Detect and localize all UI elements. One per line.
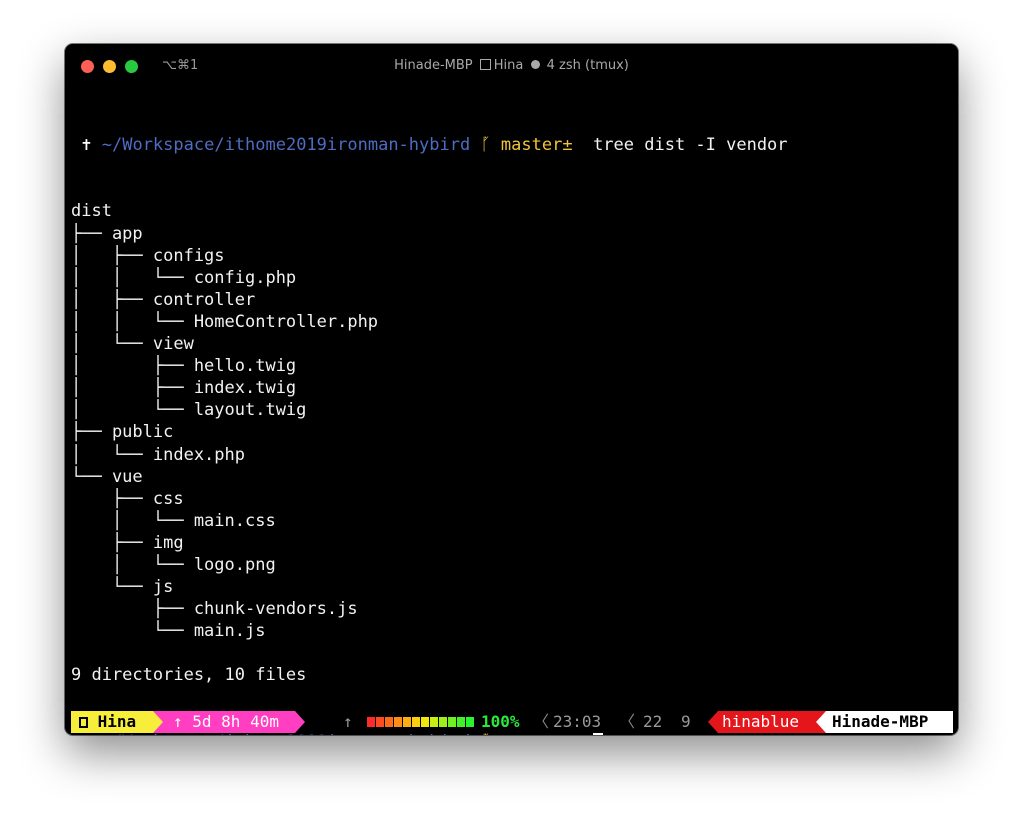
tree-line: ├── app (71, 223, 143, 244)
title-window: 4 zsh (tmux) (546, 58, 629, 73)
status-uptime: ↑ 5d 8h 40m (163, 711, 295, 733)
battery-cell (448, 717, 456, 727)
separator-chevron-icon: 〈 (619, 712, 636, 731)
tree-line: └── js (71, 577, 174, 598)
tree-line: │ └── index.php (71, 444, 245, 465)
battery-cell (466, 717, 474, 727)
battery-cell (430, 717, 438, 727)
battery-cell (412, 717, 420, 727)
battery-cell (394, 717, 402, 727)
tree-line: ├── img (71, 532, 184, 553)
command: tree dist -I vendor (593, 135, 788, 156)
battery-cell (367, 717, 375, 727)
battery-cell (457, 717, 465, 727)
status-host: Hinade-MBP (826, 711, 953, 733)
status-user: hinablue (718, 711, 826, 733)
status-session[interactable]: Hina (71, 711, 153, 733)
powerline-arrow-icon (295, 711, 305, 733)
prompt-symbol-icon: ✝ (81, 135, 92, 156)
git-branch-icon: ᚵ (480, 135, 491, 156)
terminal-window: ⌥⌘1 Hinade-MBP Hina 4 zsh (tmux) ✝ ~/Wor… (65, 44, 958, 735)
tree-line: 9 directories, 10 files (71, 665, 307, 686)
tree-line: ├── chunk-vendors.js (71, 599, 358, 620)
battery-cell (421, 717, 429, 727)
pane-icon (479, 59, 491, 70)
status-time: 23:03 (553, 712, 602, 731)
tree-line: │ └── layout.twig (71, 400, 307, 421)
activity-dot-icon (530, 60, 540, 69)
terminal-output[interactable]: ✝ ~/Workspace/ithome2019ironman-hybird ᚵ… (71, 90, 951, 735)
tree-line: │ ├── configs (71, 245, 225, 266)
tmux-status-bar: Hina ↑ 5d 8h 40m ↑ 100% 〈 23:03 〈 22 9 h… (71, 711, 953, 733)
title-session: Hina (493, 58, 524, 73)
battery-meter (367, 717, 474, 727)
tree-line: │ └── main.css (71, 510, 276, 531)
tree-line (71, 642, 951, 664)
up-arrow-icon: ↑ (343, 712, 353, 731)
title-host: Hinade-MBP (394, 58, 473, 73)
title-bar: ⌥⌘1 Hinade-MBP Hina 4 zsh (tmux) (65, 44, 958, 86)
battery-cell (376, 717, 384, 727)
tree-output: dist ├── app │ ├── configs │ │ └── config.p… (71, 200, 951, 686)
powerline-arrow-icon (708, 711, 718, 733)
tree-line: ├── css (71, 488, 184, 509)
tree-line: └── main.js (71, 621, 266, 642)
window-title: Hinade-MBP Hina 4 zsh (tmux) (65, 58, 958, 73)
powerline-arrow-icon (153, 711, 163, 733)
tree-line: │ ├── hello.twig (71, 356, 297, 377)
tree-line: │ └── view (71, 334, 194, 355)
battery-cell (439, 717, 447, 727)
prompt-path: ~/Workspace/ithome2019ironman-hybird (101, 135, 471, 156)
session-icon (79, 717, 88, 728)
status-pane-index: 9 (681, 712, 691, 731)
git-branch: master± (500, 135, 573, 156)
battery-percent: 100% (481, 712, 520, 731)
tree-line: │ ├── index.twig (71, 378, 297, 399)
tree-line: └── vue (71, 466, 143, 487)
prompt-line: ✝ ~/Workspace/ithome2019ironman-hybird ᚵ… (71, 134, 951, 156)
status-window-index: 22 (643, 712, 663, 731)
battery-cell (385, 717, 393, 727)
powerline-arrow-icon (816, 711, 826, 733)
tree-line: │ │ └── HomeController.php (71, 311, 379, 332)
tree-line: ├── public (71, 422, 174, 443)
tree-line: │ │ └── config.php (71, 267, 297, 288)
tree-line: dist (71, 201, 112, 222)
status-session-label: Hina (97, 712, 137, 731)
battery-cell (403, 717, 411, 727)
separator-chevron-icon: 〈 (533, 712, 550, 731)
tree-line: │ ├── controller (71, 289, 256, 310)
tree-line: │ └── logo.png (71, 554, 276, 575)
